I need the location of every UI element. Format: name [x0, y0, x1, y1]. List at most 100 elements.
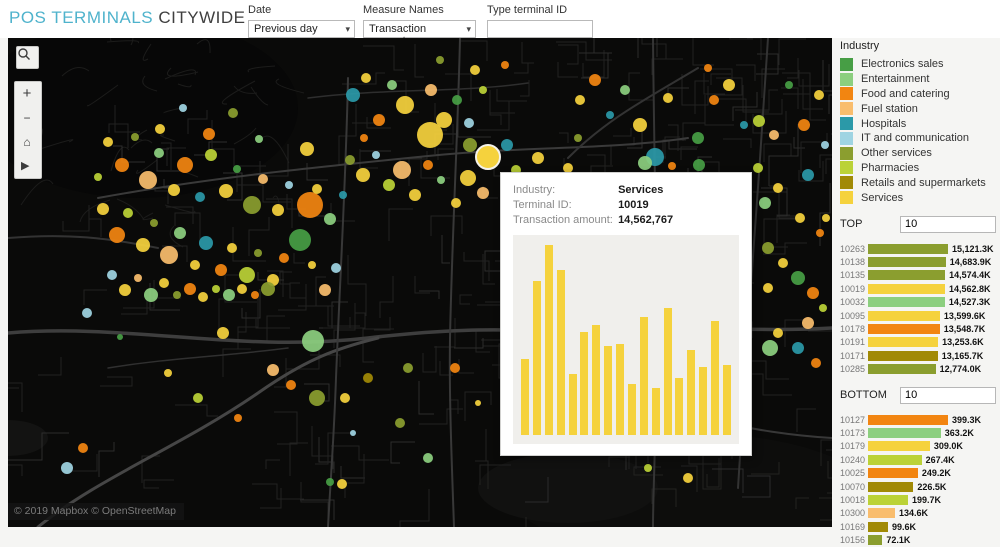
- terminal-row[interactable]: 1016999.6K: [840, 520, 996, 533]
- terminal-row[interactable]: 1017113,165.7K: [840, 349, 996, 362]
- terminal-bubble[interactable]: [308, 261, 316, 269]
- terminal-bubble[interactable]: [339, 191, 347, 199]
- terminal-bubble[interactable]: [82, 308, 92, 318]
- top-count-input[interactable]: [900, 216, 996, 233]
- terminal-bubble[interactable]: [289, 229, 311, 251]
- terminal-bubble[interactable]: [177, 157, 193, 173]
- terminal-bubble[interactable]: [302, 330, 324, 352]
- terminal-bubble[interactable]: [638, 156, 652, 170]
- terminal-bubble[interactable]: [117, 334, 123, 340]
- terminal-bubble[interactable]: [223, 289, 235, 301]
- terminal-bubble[interactable]: [190, 260, 200, 270]
- terminal-row[interactable]: 10300134.6K: [840, 507, 996, 520]
- terminal-bubble[interactable]: [475, 400, 481, 406]
- terminal-bubble[interactable]: [251, 291, 259, 299]
- terminal-bubble[interactable]: [97, 203, 109, 215]
- terminal-bubble[interactable]: [217, 327, 229, 339]
- terminal-bubble[interactable]: [228, 108, 238, 118]
- terminal-bubble[interactable]: [237, 284, 247, 294]
- bottom-count-input[interactable]: [900, 387, 996, 404]
- terminal-bubble[interactable]: [119, 284, 131, 296]
- terminal-bubble[interactable]: [693, 159, 705, 171]
- terminal-bubble[interactable]: [109, 227, 125, 243]
- selected-terminal-bubble[interactable]: [476, 145, 500, 169]
- terminal-bubble[interactable]: [285, 181, 293, 189]
- map-canvas[interactable]: + − ⌂ ▶ © 2019 Mapbox © OpenStreetMap In…: [8, 38, 832, 527]
- terminal-bubble[interactable]: [258, 174, 268, 184]
- legend-item[interactable]: Retails and supermarkets: [840, 175, 996, 190]
- legend-item[interactable]: Pharmacies: [840, 161, 996, 176]
- terminal-row[interactable]: 1026315,121.3K: [840, 242, 996, 255]
- terminal-row[interactable]: 1019113,253.6K: [840, 336, 996, 349]
- terminal-bubble[interactable]: [179, 104, 187, 112]
- terminal-bubble[interactable]: [363, 373, 373, 383]
- terminal-bubble[interactable]: [198, 292, 208, 302]
- terminal-bubble[interactable]: [387, 80, 397, 90]
- terminal-bubble[interactable]: [61, 462, 73, 474]
- terminal-bubble[interactable]: [212, 285, 220, 293]
- terminal-bubble[interactable]: [762, 242, 774, 254]
- terminal-bubble[interactable]: [393, 161, 411, 179]
- legend-item[interactable]: Electronics sales: [840, 57, 996, 72]
- terminal-bubble[interactable]: [460, 170, 476, 186]
- terminal-bubble[interactable]: [78, 443, 88, 453]
- terminal-id-input[interactable]: [487, 20, 593, 38]
- terminal-bubble[interactable]: [123, 208, 133, 218]
- terminal-bubble[interactable]: [437, 176, 445, 184]
- terminal-bubble[interactable]: [184, 283, 196, 295]
- terminal-bubble[interactable]: [255, 135, 263, 143]
- terminal-bubble[interactable]: [791, 271, 805, 285]
- terminal-bubble[interactable]: [337, 479, 347, 489]
- terminal-bubble[interactable]: [312, 184, 322, 194]
- terminal-bubble[interactable]: [773, 183, 783, 193]
- terminal-bubble[interactable]: [463, 138, 477, 152]
- terminal-bubble[interactable]: [107, 270, 117, 280]
- legend-item[interactable]: Entertainment: [840, 72, 996, 87]
- pan-arrow-button[interactable]: ▶: [15, 154, 39, 178]
- terminal-bubble[interactable]: [436, 112, 452, 128]
- terminal-bubble[interactable]: [279, 253, 289, 263]
- terminal-bubble[interactable]: [345, 155, 355, 165]
- terminal-bubble[interactable]: [326, 478, 334, 486]
- terminal-bubble[interactable]: [423, 160, 433, 170]
- zoom-in-button[interactable]: +: [15, 82, 39, 106]
- terminal-bubble[interactable]: [452, 95, 462, 105]
- terminal-bubble[interactable]: [763, 283, 773, 293]
- date-dropdown[interactable]: Previous day ▾: [248, 20, 355, 38]
- legend-item[interactable]: IT and communication: [840, 131, 996, 146]
- terminal-bubble[interactable]: [740, 121, 748, 129]
- terminal-bubble[interactable]: [261, 282, 275, 296]
- legend-item[interactable]: Other services: [840, 146, 996, 161]
- terminal-bubble[interactable]: [501, 139, 513, 151]
- terminal-bubble[interactable]: [795, 213, 805, 223]
- terminal-bubble[interactable]: [816, 229, 824, 237]
- terminal-bubble[interactable]: [195, 192, 205, 202]
- terminal-bubble[interactable]: [139, 171, 157, 189]
- terminal-bubble[interactable]: [297, 192, 323, 218]
- terminal-bubble[interactable]: [383, 179, 395, 191]
- terminal-bubble[interactable]: [239, 267, 255, 283]
- terminal-bubble[interactable]: [821, 141, 829, 149]
- terminal-bubble[interactable]: [450, 363, 460, 373]
- terminal-row[interactable]: 10070226.5K: [840, 480, 996, 493]
- legend-item[interactable]: Food and catering: [840, 87, 996, 102]
- terminal-bubble[interactable]: [193, 393, 203, 403]
- terminal-bubble[interactable]: [164, 369, 172, 377]
- terminal-bubble[interactable]: [436, 56, 444, 64]
- legend-item[interactable]: Services: [840, 190, 996, 205]
- terminal-bubble[interactable]: [773, 328, 783, 338]
- terminal-row[interactable]: 1001914,562.8K: [840, 282, 996, 295]
- terminal-bubble[interactable]: [243, 196, 261, 214]
- terminal-bubble[interactable]: [819, 304, 827, 312]
- terminal-bubble[interactable]: [324, 213, 336, 225]
- terminal-row[interactable]: 10025249.2K: [840, 466, 996, 479]
- terminal-bubble[interactable]: [769, 130, 779, 140]
- terminal-bubble[interactable]: [356, 168, 370, 182]
- terminal-bubble[interactable]: [589, 74, 601, 86]
- terminal-bubble[interactable]: [501, 61, 509, 69]
- terminal-bubble[interactable]: [811, 358, 821, 368]
- terminal-bubble[interactable]: [372, 151, 380, 159]
- terminal-row[interactable]: 1003214,527.3K: [840, 296, 996, 309]
- terminal-bubble[interactable]: [319, 284, 331, 296]
- zoom-out-button[interactable]: −: [15, 106, 39, 130]
